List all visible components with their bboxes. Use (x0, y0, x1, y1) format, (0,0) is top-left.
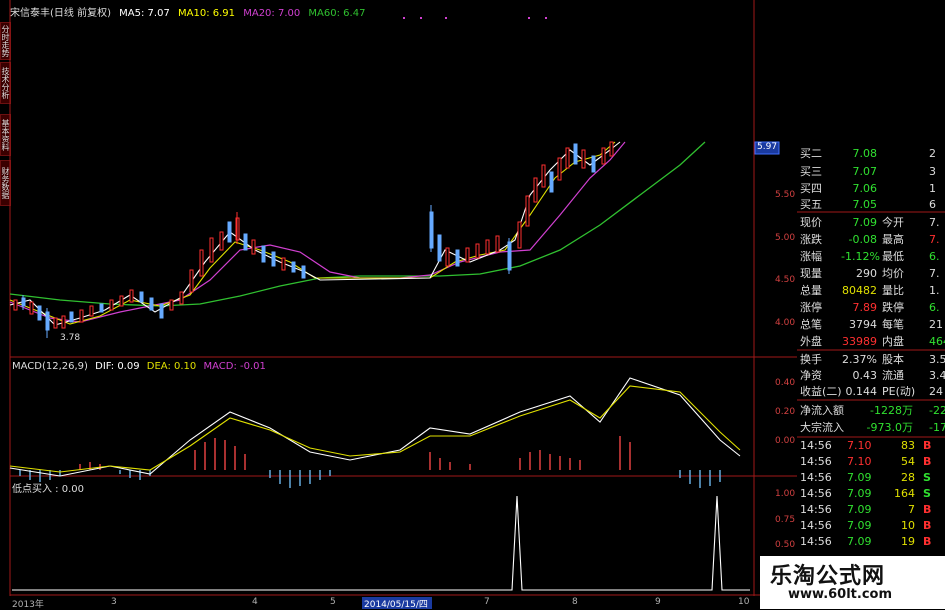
fund-row: 收益(二) 0.144 PE(动) 24 (800, 385, 943, 398)
low-annotation: 3.78 (60, 333, 81, 343)
macd-macd: MACD: -0.01 (203, 361, 266, 372)
stat-row: 涨跌 -0.08 最高 7. (800, 233, 940, 246)
watermark: 乐淘公式网 www.60lt.com (760, 556, 945, 609)
macd-dif: DIF: 0.09 (95, 361, 140, 372)
ma5-line (9, 141, 621, 326)
stat-row: 现价 7.09 今开 7. (800, 216, 940, 229)
chart-canvas[interactable] (0, 0, 797, 609)
trade-row: 14:56 7.10 83 B (800, 439, 932, 452)
stat-row: 涨停 7.89 跌停 6. (800, 301, 940, 314)
ma10-line (9, 141, 616, 325)
signal-axis-1.00: 1.00 (775, 489, 796, 499)
macd-dea: DEA: 0.10 (146, 361, 197, 372)
bid-row[interactable]: 买四 7.06 1 (797, 181, 945, 197)
price-axis-5.00: 5.00 (775, 233, 796, 243)
macd-title: MACD(12,26,9) (12, 361, 88, 372)
date-label-9: 9 (655, 597, 661, 607)
stat-row: 现量 290 均价 7. (800, 267, 940, 280)
trade-row: 14:56 7.09 164 S (800, 487, 931, 500)
date-label-10: 10 (738, 597, 750, 607)
stat-row: 外盘33989内盘464 (800, 335, 945, 348)
price-axis-4.50: 4.50 (775, 275, 796, 285)
trade-row: 14:56 7.09 10 B (800, 519, 932, 532)
date-label-7: 7 (484, 597, 490, 607)
macd-title-bar: MACD(12,26,9) DIF: 0.09 DEA: 0.10 MACD: … (12, 361, 266, 372)
bid-row[interactable]: 买五 7.05 6 (797, 197, 945, 213)
signal-title: 低点买入 : 0.00 (12, 484, 84, 495)
stat-row: 总量 80482 量比 1. (800, 284, 940, 297)
candlesticks (13, 141, 614, 338)
macd-axis-0.00: 0.00 (775, 436, 796, 446)
header-markers (403, 17, 547, 19)
trade-row: 14:56 7.09 28 S (800, 471, 931, 484)
watermark-url: www.60lt.com (788, 587, 893, 602)
ma20-line (9, 141, 626, 323)
price-axis-5.50: 5.50 (775, 190, 796, 200)
macd-axis-0.20: 0.20 (775, 407, 796, 417)
signal-axis-0.75: 0.75 (775, 515, 796, 525)
date-label-8: 8 (572, 597, 578, 607)
price-axis-4.00: 4.00 (775, 318, 796, 328)
date-cursor: 2014/05/15/四 (364, 600, 428, 610)
bid-row[interactable]: 买二 7.08 2 (797, 146, 945, 162)
bid-row[interactable]: 买三 7.07 3 (797, 164, 945, 180)
flow-row: 净流入额 -1228万 -22 (800, 404, 945, 417)
macd-histogram (19, 436, 721, 488)
date-label-5: 5 (330, 597, 336, 607)
fund-row: 换手2.37%股本3.58 (800, 353, 945, 366)
signal-line (12, 495, 750, 591)
stat-row: 总笔 3794 每笔 21 (800, 318, 943, 331)
date-label-4: 4 (252, 597, 258, 607)
flow-row: 大宗流入 -973.0万 -17 (800, 421, 945, 434)
ma60-line (9, 141, 706, 307)
macd-axis-0.40: 0.40 (775, 378, 796, 388)
current-price-label: 5.97 (757, 142, 778, 152)
signal-axis-0.50: 0.50 (775, 540, 796, 550)
stat-row: 涨幅 -1.12% 最低 6. (800, 250, 940, 263)
quote-panel: 买二 7.08 2 买三 7.07 3 买四 7.06 1 买五 7.05 6 现价 7.09 今开… (797, 140, 945, 560)
trade-row: 14:56 7.10 54 B (800, 455, 932, 468)
trade-row: 14:56 7.09 7 B (800, 503, 932, 516)
trade-row: 14:56 7.09 19 B (800, 535, 932, 548)
fund-row: 净资0.43流通3.40 (800, 369, 945, 382)
watermark-title: 乐淘公式网 (770, 564, 886, 589)
date-label-2013: 2013年 (12, 600, 44, 610)
date-label-3: 3 (111, 597, 117, 607)
